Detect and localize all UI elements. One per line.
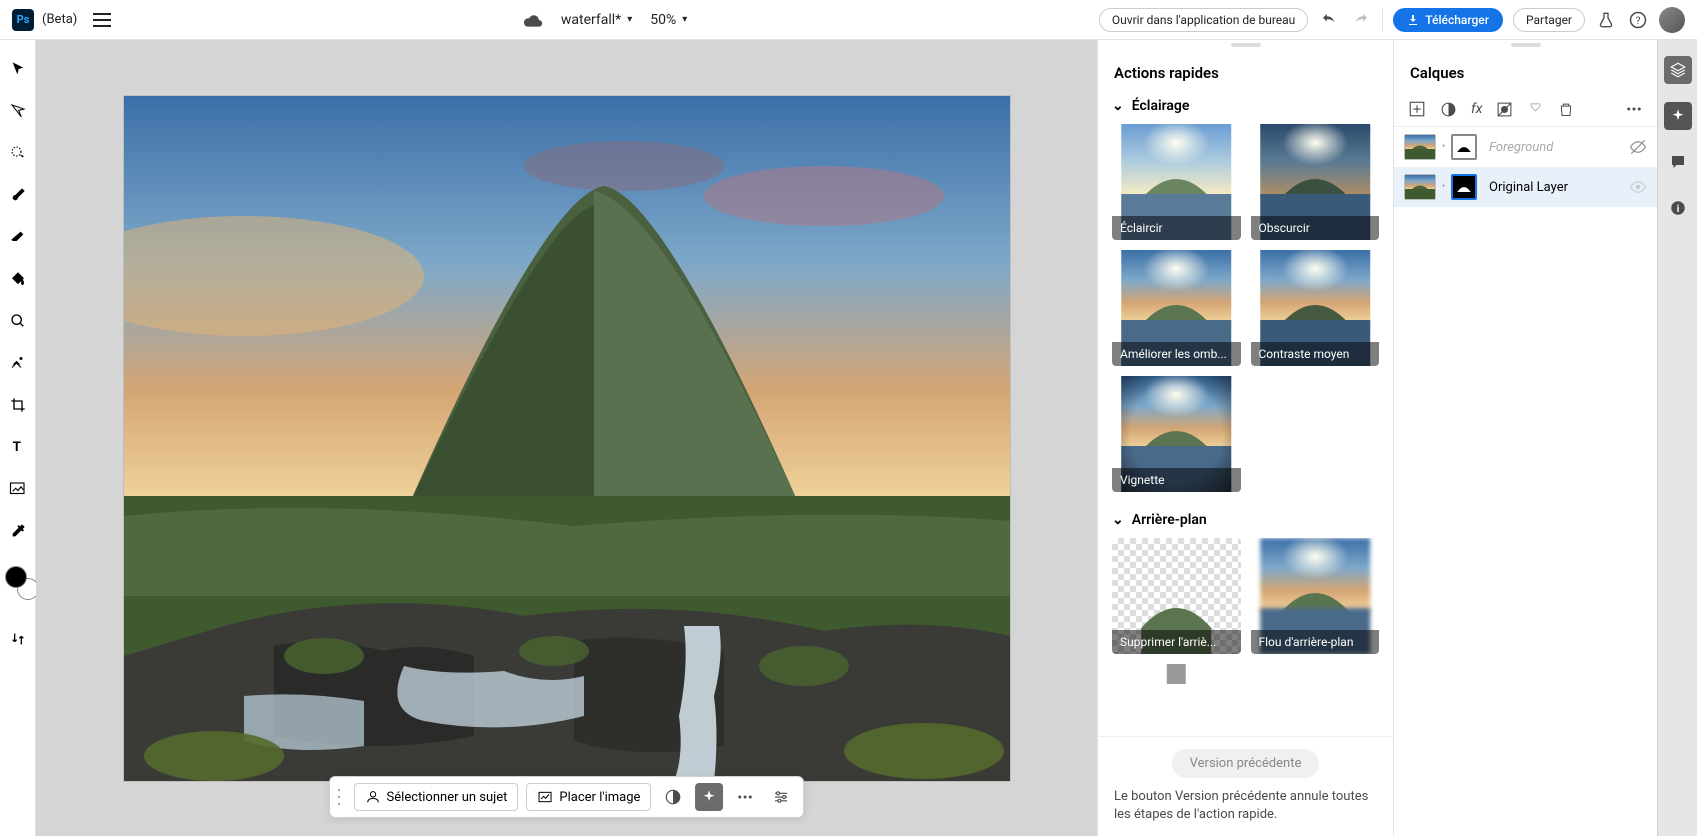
properties-rail-icon[interactable] <box>1664 102 1692 130</box>
clip-icon[interactable] <box>1527 101 1544 118</box>
help-icon[interactable]: ? <box>1627 9 1649 31</box>
user-avatar[interactable] <box>1659 7 1685 33</box>
qa-vignette[interactable]: Vignette <box>1112 376 1241 492</box>
document-name[interactable]: waterfall* ▾ <box>561 12 632 28</box>
place-image-button[interactable]: Placer l'image <box>526 783 651 811</box>
open-desktop-button[interactable]: Ouvrir dans l'application de bureau <box>1099 8 1308 32</box>
crop-tool[interactable] <box>7 394 29 416</box>
qa-contrast[interactable]: Contraste moyen <box>1251 250 1380 366</box>
layers-panel: Calques fx • Foreground • Original Layer <box>1394 40 1657 836</box>
layer-name: Original Layer <box>1489 180 1623 195</box>
more-icon[interactable] <box>1625 100 1643 118</box>
qa-brighten[interactable]: Éclaircir <box>1112 124 1241 240</box>
chevron-down-icon: ⌄ <box>1112 512 1124 528</box>
fill-tool[interactable] <box>7 268 29 290</box>
redo-button[interactable] <box>1350 9 1372 31</box>
qa-darken[interactable]: Obscurcir <box>1251 124 1380 240</box>
canvas[interactable] <box>124 96 1010 781</box>
swap-colors-tool[interactable] <box>7 628 29 650</box>
ai-sparkle-icon[interactable] <box>695 783 723 811</box>
delete-icon[interactable] <box>1558 101 1574 118</box>
selection-tool[interactable] <box>7 142 29 164</box>
adjust-icon[interactable] <box>659 783 687 811</box>
right-rail: i <box>1657 40 1697 836</box>
layer-name: Foreground <box>1489 140 1623 155</box>
visibility-icon[interactable] <box>1629 178 1647 196</box>
select-subject-button[interactable]: Sélectionner un sujet <box>354 783 519 811</box>
foreground-color[interactable] <box>5 566 27 588</box>
layer-row[interactable]: • Original Layer <box>1394 167 1657 207</box>
toolbar: T <box>0 40 36 836</box>
smudge-tool[interactable] <box>7 310 29 332</box>
cloud-icon <box>523 13 543 27</box>
drag-handle[interactable] <box>338 786 344 808</box>
chevron-down-icon: ▾ <box>682 14 687 25</box>
layer-thumbnail[interactable] <box>1404 134 1436 160</box>
adjustment-layer-icon[interactable] <box>1440 101 1457 118</box>
eraser-tool[interactable] <box>7 226 29 248</box>
app-logo: Ps <box>12 9 34 31</box>
svg-text:?: ? <box>1636 13 1641 26</box>
undo-button[interactable] <box>1318 9 1340 31</box>
beta-label: (Beta) <box>42 12 77 27</box>
mask-icon[interactable] <box>1496 101 1513 118</box>
layer-mask[interactable] <box>1451 134 1477 160</box>
panel-grip[interactable] <box>1098 40 1393 50</box>
qa-remove-bg[interactable]: Supprimer l'arriè... <box>1112 538 1241 654</box>
eyedropper-tool[interactable] <box>7 520 29 542</box>
section-lighting[interactable]: ⌄ Éclairage <box>1112 92 1379 124</box>
menu-button[interactable] <box>93 13 111 27</box>
add-layer-icon[interactable] <box>1408 100 1426 118</box>
download-button[interactable]: Télécharger <box>1393 8 1503 32</box>
qa-blur-bg[interactable]: Flou d'arrière-plan <box>1251 538 1380 654</box>
text-tool[interactable]: T <box>7 436 29 458</box>
svg-text:i: i <box>1676 204 1679 215</box>
fx-icon[interactable]: fx <box>1471 101 1482 117</box>
heal-tool[interactable] <box>7 352 29 374</box>
section-background[interactable]: ⌄ Arrière-plan <box>1112 506 1379 538</box>
chevron-down-icon: ⌄ <box>1112 98 1124 114</box>
panel-grip[interactable] <box>1394 40 1657 50</box>
layer-row[interactable]: • Foreground <box>1394 127 1657 167</box>
zoom-select[interactable]: 50% ▾ <box>650 12 687 28</box>
context-toolbar: Sélectionner un sujet Placer l'image <box>329 776 805 818</box>
brush-tool[interactable] <box>7 184 29 206</box>
settings-sliders-icon[interactable] <box>767 783 795 811</box>
visibility-hidden-icon[interactable] <box>1629 138 1647 156</box>
color-swatches[interactable] <box>5 566 31 592</box>
link-icon: • <box>1442 142 1445 152</box>
info-rail-icon[interactable]: i <box>1664 194 1692 222</box>
share-button[interactable]: Partager <box>1513 8 1585 32</box>
place-image-tool[interactable] <box>7 478 29 500</box>
move-tool[interactable] <box>7 58 29 80</box>
link-icon: • <box>1442 182 1445 192</box>
qa-shadows[interactable]: Améliorer les omb... <box>1112 250 1241 366</box>
comments-rail-icon[interactable] <box>1664 148 1692 176</box>
topbar: Ps (Beta) waterfall* ▾ 50% ▾ Ouvrir dans… <box>0 0 1697 40</box>
layer-thumbnail[interactable] <box>1404 174 1436 200</box>
layers-rail-icon[interactable] <box>1664 56 1692 84</box>
canvas-area: Sélectionner un sujet Placer l'image <box>36 40 1098 836</box>
quick-actions-panel: Actions rapides ⌄ Éclairage Éclaircir Ob… <box>1098 40 1394 836</box>
previous-version-button[interactable]: Version précédente <box>1172 749 1320 778</box>
qa-extra[interactable] <box>1112 664 1241 684</box>
svg-text:T: T <box>12 440 20 455</box>
lasso-tool[interactable] <box>7 100 29 122</box>
layers-title: Calques <box>1394 50 1657 92</box>
help-text: Le bouton Version précédente annule tout… <box>1114 788 1377 824</box>
layer-mask[interactable] <box>1451 174 1477 200</box>
more-icon[interactable] <box>731 783 759 811</box>
labs-icon[interactable] <box>1595 9 1617 31</box>
quick-actions-title: Actions rapides <box>1098 50 1393 92</box>
chevron-down-icon: ▾ <box>627 14 632 25</box>
